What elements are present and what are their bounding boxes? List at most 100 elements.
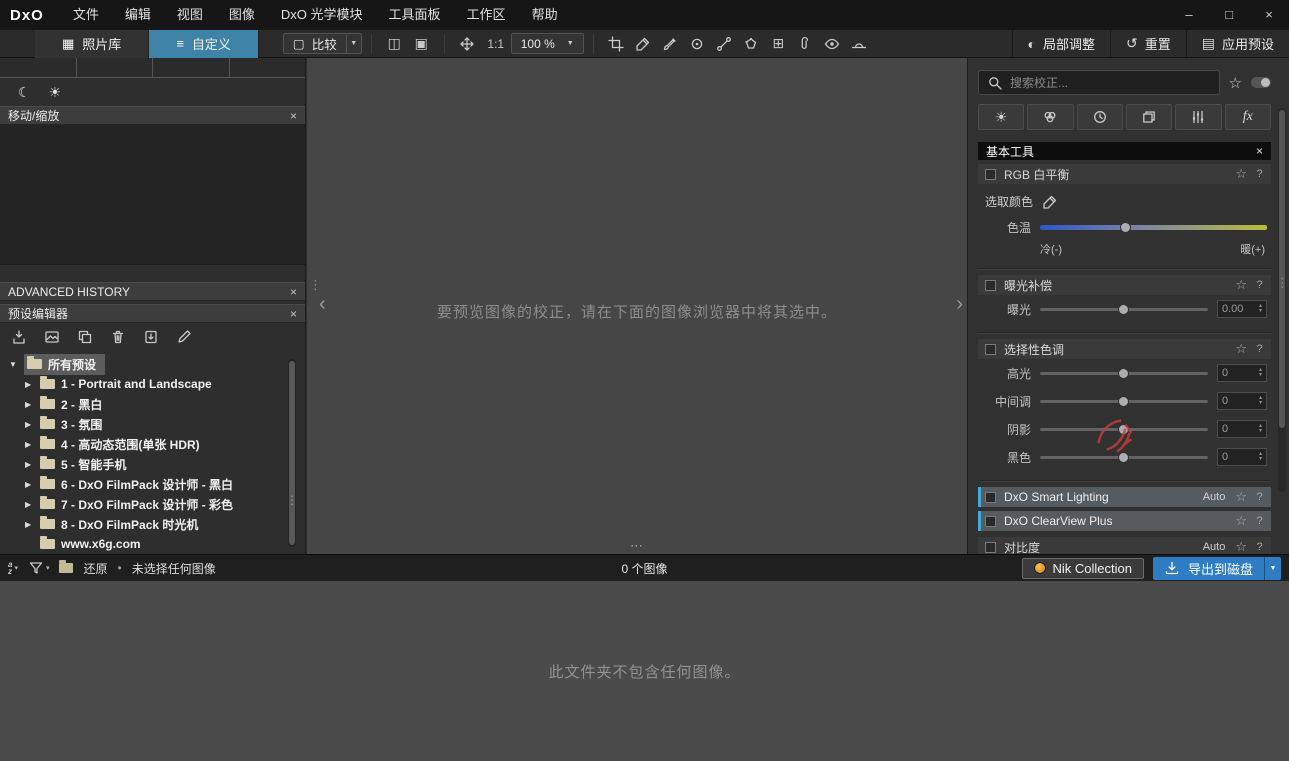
favorite-star-icon[interactable]: ☆ [1235, 277, 1247, 293]
pipette-icon[interactable] [1042, 194, 1058, 210]
midtones-value-field[interactable]: 0 ▴ ▾ [1217, 392, 1267, 410]
compare-button[interactable]: ▢ 比较 [282, 33, 347, 54]
collapse-arrow-icon[interactable]: ▶ [25, 500, 40, 509]
restore-button[interactable]: 还原 [83, 560, 107, 577]
slider-thumb[interactable] [1118, 303, 1129, 315]
tool-enable-checkbox[interactable] [985, 515, 996, 527]
rename-preset-icon[interactable] [176, 329, 192, 345]
menu-tool-panels[interactable]: 工具面板 [376, 0, 454, 30]
tree-scrollbar[interactable] [288, 359, 296, 547]
tab-color[interactable] [1027, 104, 1074, 130]
close-icon[interactable]: × [290, 308, 297, 320]
white-balance-picker-icon[interactable] [630, 30, 657, 58]
collapse-arrow-icon[interactable]: ▶ [25, 440, 40, 449]
current-folder-icon[interactable] [59, 560, 74, 573]
step-down-icon[interactable]: ▾ [1259, 372, 1262, 378]
menu-image[interactable]: 图像 [216, 0, 268, 30]
slider-thumb[interactable] [1118, 367, 1129, 379]
tab-fx[interactable]: fx [1224, 104, 1271, 130]
bottom-splitter-grip-icon[interactable]: ⋯ [630, 538, 644, 554]
favorite-star-icon[interactable]: ☆ [1235, 539, 1247, 555]
polygon-mask-icon[interactable] [738, 30, 765, 58]
tool-enable-checkbox[interactable] [985, 491, 996, 503]
single-view-icon[interactable]: ▣ [408, 30, 435, 58]
horizon-tool-icon[interactable] [846, 30, 873, 58]
temperature-slider[interactable] [1040, 221, 1267, 234]
preset-folder-row[interactable]: ▶ 3 - 氛围 [0, 414, 305, 434]
sort-button[interactable]: az ▾ [8, 561, 18, 576]
help-icon[interactable]: ? [1255, 279, 1264, 291]
pan-tool-icon[interactable] [454, 30, 481, 58]
filter-button[interactable]: ▾ [28, 560, 49, 576]
collapse-arrow-icon[interactable]: ▶ [25, 400, 40, 409]
preset-folder-row[interactable]: ▶ 1 - Portrait and Landscape [0, 374, 305, 394]
menu-view[interactable]: 视图 [164, 0, 216, 30]
splitter-grip-icon[interactable]: ⋮ [286, 493, 298, 507]
preset-folder-row[interactable]: ▶ 2 - 黑白 [0, 394, 305, 414]
help-icon[interactable]: ? [1255, 515, 1264, 527]
close-icon[interactable]: × [1256, 144, 1263, 158]
navigator-preview[interactable] [0, 125, 305, 265]
paperclip-icon[interactable] [792, 30, 819, 58]
step-down-icon[interactable]: ▾ [1259, 456, 1262, 462]
duplicate-preset-icon[interactable] [77, 329, 93, 345]
favorites-filter-icon[interactable]: ☆ [1229, 74, 1242, 92]
compare-dropdown[interactable]: ▼ [346, 33, 362, 54]
tool-enable-checkbox[interactable] [985, 541, 996, 553]
split-view-icon[interactable]: ◫ [381, 30, 408, 58]
menu-file[interactable]: 文件 [60, 0, 112, 30]
step-down-icon[interactable]: ▾ [1259, 400, 1262, 406]
help-icon[interactable]: ? [1255, 343, 1264, 355]
tool-smart-lighting[interactable]: DxO Smart Lighting Auto ☆ ? [978, 487, 1271, 507]
highlights-value-field[interactable]: 0 ▴ ▾ [1217, 364, 1267, 382]
menu-help[interactable]: 帮助 [519, 0, 571, 30]
control-line-icon[interactable] [711, 30, 738, 58]
zoom-1to1-button[interactable]: 1:1 [481, 30, 511, 58]
minimize-button[interactable]: – [1169, 0, 1209, 30]
preset-folder-row[interactable]: ▶ 5 - 智能手机 [0, 454, 305, 474]
collapse-left-panel-icon[interactable]: ‹ [319, 293, 326, 316]
tab-detail[interactable] [1076, 104, 1123, 130]
collapse-arrow-icon[interactable]: ▶ [25, 380, 40, 389]
right-panel-scrollbar-thumb[interactable] [1279, 110, 1285, 428]
tool-enable-checkbox[interactable] [985, 168, 996, 180]
show-mask-eye-icon[interactable] [819, 30, 846, 58]
right-panel-scrollbar[interactable] [1278, 108, 1286, 492]
tool-selective-tone[interactable]: 选择性色调 ☆ ? [978, 339, 1271, 359]
tool-clearview-plus[interactable]: DxO ClearView Plus ☆ ? [978, 511, 1271, 531]
favorite-star-icon[interactable]: ☆ [1235, 166, 1247, 182]
collapse-right-panel-icon[interactable]: › [956, 293, 963, 316]
collapse-arrow-icon[interactable]: ▶ [25, 480, 40, 489]
exposure-slider[interactable] [1040, 303, 1208, 316]
right-splitter-grip-icon[interactable]: ⋮ [1276, 276, 1289, 289]
collapse-arrow-icon[interactable]: ▶ [25, 460, 40, 469]
help-icon[interactable]: ? [1255, 541, 1264, 553]
tree-root-selected[interactable]: 所有预设 [24, 353, 106, 375]
slider-thumb[interactable] [1120, 222, 1132, 233]
close-icon[interactable]: × [290, 286, 297, 298]
tab-customize[interactable]: ≡ 自定义 [149, 29, 259, 58]
preset-folder-row[interactable]: ▶ 6 - DxO FilmPack 设计师 - 黑白 [0, 474, 305, 494]
tab-adjustments[interactable] [1175, 104, 1222, 130]
favorite-star-icon[interactable]: ☆ [1235, 513, 1247, 529]
apply-preset-button[interactable]: ▤ 应用预设 [1185, 30, 1289, 57]
export-main-segment[interactable]: 导出到磁盘 [1153, 557, 1264, 580]
tab-photolibrary[interactable]: ▦ 照片库 [35, 29, 150, 58]
tool-rgb-white-balance[interactable]: RGB 白平衡 ☆ ? [978, 164, 1271, 184]
favorite-star-icon[interactable]: ☆ [1235, 489, 1247, 505]
tree-scrollbar-thumb[interactable] [289, 361, 295, 545]
create-preset-icon[interactable] [11, 329, 27, 345]
nik-collection-button[interactable]: Nik Collection [1021, 557, 1144, 579]
menu-edit[interactable]: 编辑 [112, 0, 164, 30]
delete-preset-icon[interactable] [110, 329, 126, 345]
preset-folder-row[interactable]: ▶ 7 - DxO FilmPack 设计师 - 彩色 [0, 494, 305, 514]
export-dropdown[interactable]: ▼ [1264, 556, 1281, 580]
highlights-slider[interactable] [1040, 367, 1208, 380]
close-button[interactable]: × [1249, 0, 1289, 30]
preset-folder-row[interactable]: ▶ 8 - DxO FilmPack 时光机 [0, 514, 305, 534]
repair-brush-icon[interactable] [657, 30, 684, 58]
export-to-disk-button[interactable]: 导出到磁盘 ▼ [1152, 556, 1281, 580]
step-down-icon[interactable]: ▾ [1259, 308, 1262, 314]
search-box[interactable] [978, 70, 1220, 95]
zoom-level-dropdown[interactable]: 100 % ▼ [510, 33, 584, 54]
